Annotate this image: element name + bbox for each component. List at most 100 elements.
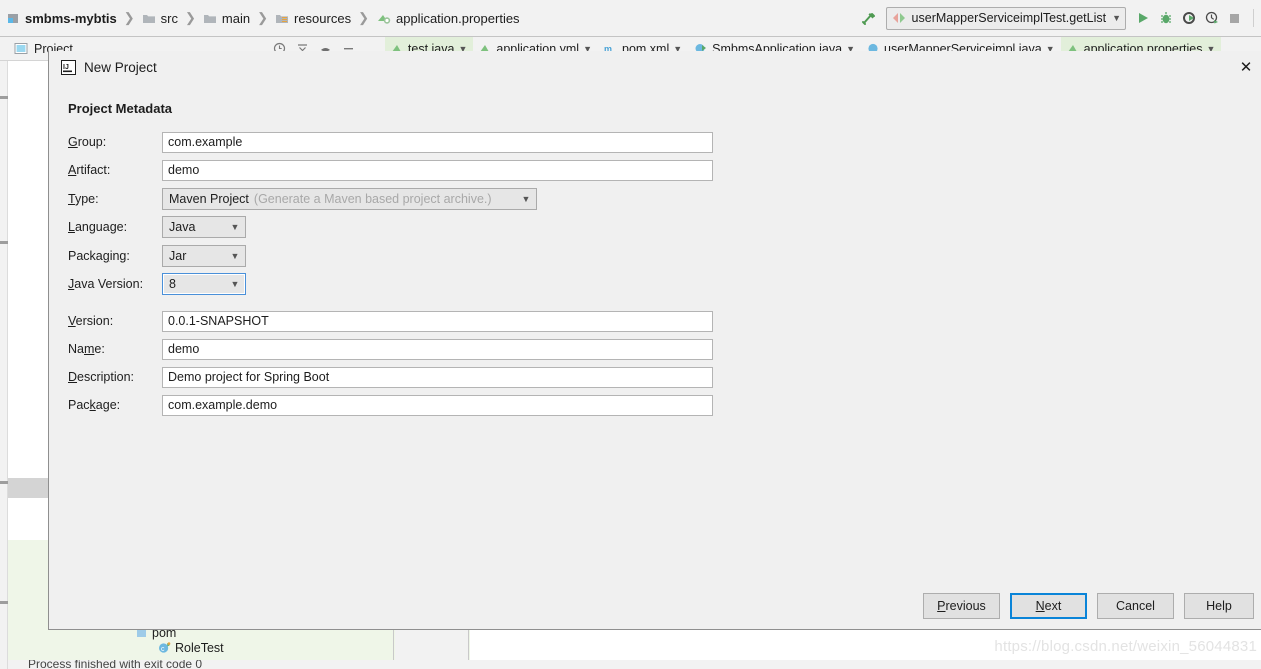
- run-with-coverage-icon[interactable]: [1182, 11, 1196, 25]
- java-version-value: 8: [169, 277, 176, 291]
- form-row-java-version: Java Version: 8 ▼: [68, 273, 1261, 295]
- dialog-footer: Previous Next Cancel Help: [49, 583, 1261, 629]
- breadcrumb-item-src[interactable]: src: [140, 7, 180, 29]
- packaging-value: Jar: [169, 249, 187, 263]
- close-icon[interactable]: ✕: [1235, 57, 1257, 77]
- breadcrumb-item-file[interactable]: application.properties: [374, 7, 522, 29]
- breadcrumb-label: application.properties: [395, 10, 520, 26]
- group-input[interactable]: com.example: [162, 131, 713, 153]
- folder-icon: [203, 12, 217, 25]
- run-configuration-name: userMapperServiceimplTest.getList: [911, 11, 1107, 25]
- test-class-icon: c: [158, 642, 171, 654]
- run-toolbar: [1132, 9, 1254, 27]
- breadcrumb-item-resources[interactable]: resources: [273, 7, 353, 29]
- toolbar-divider: [1253, 9, 1254, 27]
- chevron-down-icon: ▼: [230, 251, 240, 261]
- rail-marker: [0, 241, 8, 244]
- chevron-down-icon: ▼: [230, 222, 240, 232]
- project-metadata-form: Group: com.example Artifact: demo Type:: [68, 131, 1261, 416]
- type-hint: (Generate a Maven based project archive.…: [253, 192, 492, 206]
- form-row-description: Description: Demo project for Spring Boo…: [68, 366, 1261, 388]
- group-value: com.example: [168, 135, 243, 149]
- language-value: Java: [169, 220, 196, 234]
- rail-marker: [0, 96, 8, 99]
- form-row-version: Version: 0.0.1-SNAPSHOT: [68, 310, 1261, 332]
- form-row-package: Package: com.example.demo: [68, 394, 1261, 416]
- type-label: Type:: [68, 192, 99, 206]
- breadcrumb-separator: ❯: [185, 10, 196, 25]
- screen: smbms-mybtis ❯ src ❯ main ❯ resources ❯ …: [0, 0, 1261, 669]
- intellij-idea-icon: IJ: [61, 59, 76, 75]
- package-label: Package:: [68, 398, 121, 412]
- run-status-line: Process finished with exit code 0: [8, 660, 1261, 669]
- packaging-label: Packaging:: [68, 249, 130, 263]
- version-label: Version:: [68, 314, 114, 328]
- stop-icon[interactable]: [1228, 12, 1241, 25]
- svg-text:c: c: [161, 646, 165, 653]
- breadcrumb-item-module[interactable]: smbms-mybtis: [5, 7, 119, 29]
- version-input[interactable]: 0.0.1-SNAPSHOT: [162, 310, 713, 332]
- package-value: com.example.demo: [168, 398, 278, 412]
- properties-file-icon: [376, 12, 391, 25]
- java-version-dropdown[interactable]: 8 ▼: [162, 273, 246, 295]
- svg-text:IJ: IJ: [63, 64, 69, 71]
- group-label: Group:: [68, 135, 107, 149]
- artifact-input[interactable]: demo: [162, 159, 713, 181]
- help-button[interactable]: Help: [1184, 593, 1254, 619]
- project-toolwindow-icon: [14, 42, 28, 55]
- artifact-value: demo: [168, 163, 200, 177]
- breadcrumb-label: smbms-mybtis: [25, 10, 117, 26]
- debug-icon[interactable]: [1159, 11, 1173, 25]
- version-value: 0.0.1-SNAPSHOT: [168, 314, 269, 328]
- breadcrumb-separator: ❯: [257, 10, 268, 25]
- package-input[interactable]: com.example.demo: [162, 394, 713, 416]
- chevron-down-icon: ▼: [1112, 13, 1121, 23]
- folder-icon: [142, 12, 156, 25]
- breadcrumb-item-main[interactable]: main: [201, 7, 252, 29]
- run-icon[interactable]: [1136, 11, 1150, 25]
- watermark-text: https://blog.csdn.net/weixin_56044831: [994, 638, 1257, 655]
- project-name-value: demo: [168, 342, 200, 356]
- left-tool-rail: [0, 61, 8, 669]
- form-row-name: Name: demo: [68, 338, 1261, 360]
- description-label: Description:: [68, 370, 135, 384]
- project-name-label: Name:: [68, 342, 105, 356]
- form-row-type: Type: Maven Project (Generate a Maven ba…: [68, 188, 1261, 210]
- next-button[interactable]: Next: [1010, 593, 1087, 619]
- navigation-bar: smbms-mybtis ❯ src ❯ main ❯ resources ❯ …: [0, 0, 1261, 37]
- breadcrumb-separator: ❯: [123, 10, 135, 25]
- dialog-title-bar: IJ New Project ✕: [49, 51, 1261, 83]
- project-name-input[interactable]: demo: [162, 338, 713, 360]
- type-dropdown[interactable]: Maven Project (Generate a Maven based pr…: [162, 188, 537, 210]
- cancel-button[interactable]: Cancel: [1097, 593, 1174, 619]
- language-label: Language:: [68, 220, 128, 234]
- run-status-text: Process finished with exit code 0: [28, 660, 203, 669]
- breadcrumb-separator: ❯: [358, 10, 369, 25]
- dialog-body: Project Metadata Group: com.example Arti…: [49, 101, 1261, 416]
- tree-node-label: RoleTest: [175, 641, 224, 655]
- chevron-down-icon: ▼: [230, 279, 240, 289]
- run-configuration-selector[interactable]: userMapperServiceimplTest.getList ▼: [885, 6, 1126, 30]
- type-value: Maven Project: [169, 192, 249, 206]
- hammer-icon[interactable]: [858, 7, 880, 29]
- breadcrumb-label: main: [221, 10, 251, 26]
- rail-marker: [0, 601, 8, 604]
- tree-node-roletest[interactable]: c RoleTest: [158, 641, 224, 655]
- form-row-artifact: Artifact: demo: [68, 159, 1261, 181]
- chevron-down-icon: ▼: [521, 194, 531, 204]
- packaging-dropdown[interactable]: Jar ▼: [162, 245, 246, 267]
- dialog-title: New Project: [84, 59, 157, 75]
- description-input[interactable]: Demo project for Spring Boot: [162, 366, 713, 388]
- dialog-bottom-edge: [49, 629, 1261, 630]
- profiler-icon[interactable]: [1205, 11, 1219, 25]
- resources-folder-icon: [275, 12, 289, 25]
- form-row-group: Group: com.example: [68, 131, 1261, 153]
- previous-button[interactable]: Previous: [923, 593, 1000, 619]
- navbar-actions: userMapperServiceimplTest.getList ▼: [858, 6, 1261, 30]
- language-dropdown[interactable]: Java ▼: [162, 216, 246, 238]
- java-version-label: Java Version:: [68, 277, 144, 291]
- module-icon: [7, 12, 20, 25]
- description-value: Demo project for Spring Boot: [168, 370, 330, 384]
- artifact-label: Artifact:: [68, 163, 111, 177]
- form-row-packaging: Packaging: Jar ▼: [68, 245, 1261, 267]
